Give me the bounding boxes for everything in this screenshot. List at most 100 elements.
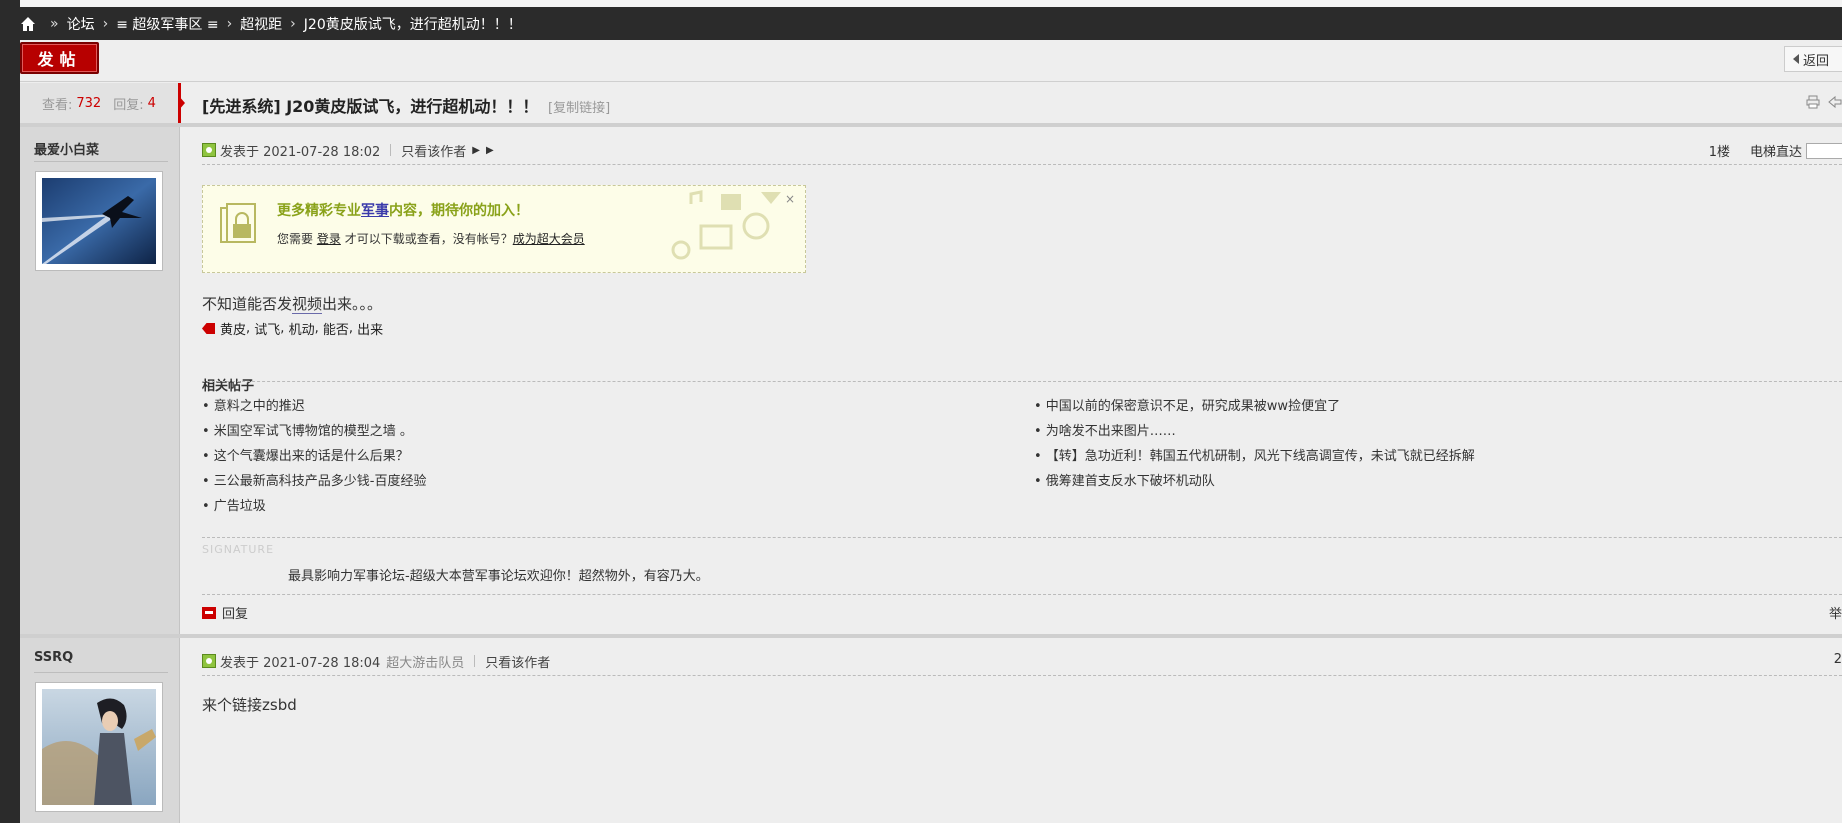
post-date: 发表于 2021-07-28 18:04 [220,655,381,671]
floor-number: 1楼 [1708,145,1730,160]
reply-icon [202,606,216,619]
post-2-body: 发表于 2021-07-28 18:04 超大游击队员 只看该作者 2 来个链接… [180,638,1842,823]
tag-item[interactable]: 黄皮 [220,319,246,338]
author-name[interactable]: SSRQ [34,650,73,665]
promo-headline-pre: 更多精彩专业 [277,203,361,219]
views-count: 732 [76,95,102,111]
tag-item[interactable]: 试飞 [254,319,280,338]
report-link[interactable]: 举 [1829,603,1842,622]
thread-stats: 查看: 732 回复: 4 [20,83,180,123]
only-author-link[interactable]: 只看该作者 [401,141,466,160]
floor-nav: 1楼 电梯直达 [1709,141,1842,160]
back-label: 返回 [1803,53,1830,69]
post-content: 不知道能否发视频出来。。。 [202,293,382,314]
post-1-body: 发表于 2021-07-28 18:02 只看该作者 ▶▶ 1楼 电梯直达 更多… [180,127,1842,537]
register-link[interactable]: 成为超大会员 [513,232,585,246]
related-link[interactable]: • 俄筹建首支反水下破坏机动队 [1034,470,1215,489]
promo-headline-link[interactable]: 军事 [361,203,389,219]
caret-left-icon [1793,54,1799,64]
media-decoration-icon [661,190,791,264]
promo-sub-pre: 您需要 [277,232,314,246]
breadcrumb-military-zone[interactable]: ≡ 超级军事区 ≡ [116,14,218,34]
related-link[interactable]: • 米国空军试飞博物馆的模型之墙 。 [202,420,413,439]
author-name[interactable]: 最爱小白菜 [34,139,99,158]
reply-button[interactable]: 回复 [202,603,248,622]
post-2: SSRQ 发表于 2021-07-28 18:04 超大游击队员 只看该作者 2… [20,638,1842,823]
floor-jump-input[interactable] [1806,142,1842,159]
tag-icon [202,323,215,334]
replies-label: 回复: [113,97,144,113]
member-promo-box: 更多精彩专业军事内容，期待你的加入！ 您需要 登录 才可以下载或查看，没有帐号？… [202,185,806,273]
floor-nav: 2 [1834,652,1842,667]
print-icon[interactable] [1806,95,1820,109]
thread-title: [先进系统] J20黄皮版试飞，进行超机动！！！ [复制链接] [202,93,610,117]
signature-label: SIGNATURE [202,543,275,556]
post-1-footer: SIGNATURE 最具影响力军事论坛-超级大本营军事论坛欢迎你！超然物外，有容… [20,537,1842,649]
views-label: 查看: [42,97,73,113]
related-link[interactable]: • 中国以前的保密意识不足，研究成果被ww捡便宜了 [1034,395,1340,414]
thread-frame: 发帖 返回 查看: 732 回复: 4 [先进系统] J20黄皮版试飞，进行超机… [20,40,1842,823]
tag-item[interactable]: 能否 [323,319,349,338]
promo-headline: 更多精彩专业军事内容，期待你的加入！ [277,200,529,220]
post-content-pre: 不知道能否发 [202,295,293,313]
post-1-author-panel-extension [20,537,180,649]
video-link[interactable]: 视频 [292,295,323,314]
avatar[interactable] [35,171,163,271]
arrow-right-icon[interactable]: ▶▶ [472,145,499,156]
share-icon[interactable] [1828,95,1842,109]
online-icon [202,143,216,157]
breadcrumb-separator: › [102,15,109,32]
breadcrumb-forum[interactable]: 论坛 [67,14,95,34]
promo-headline-post: 内容，期待你的加入！ [389,203,529,219]
post-1-author-panel: 最爱小白菜 [20,127,180,537]
related-link[interactable]: • 意料之中的推迟 [202,395,305,414]
breadcrumb: » 论坛 › ≡ 超级军事区 ≡ › 超视距 › J20黄皮版试飞，进行超机动！… [0,7,1842,40]
related-link[interactable]: • 这个气囊爆出来的话是什么后果？ [202,445,409,464]
tag-item[interactable]: 机动 [289,319,315,338]
post-1-footer-body: SIGNATURE 最具影响力军事论坛-超级大本营军事论坛欢迎你！超然物外，有容… [180,537,1842,649]
lock-icon [219,202,259,248]
copy-link[interactable]: [复制链接] [548,101,610,116]
new-post-button[interactable]: 发帖 [20,42,99,74]
related-link[interactable]: • 【转】急功近利！韩国五代机研制，风光下线高调宣传，未试飞就已经拆解 [1034,445,1475,464]
meta-dotted-divider [202,675,1842,676]
meta-separator [474,655,476,667]
elevator-label: 电梯直达 [1749,145,1802,160]
breadcrumb-bvr[interactable]: 超视距 [240,14,282,34]
action-bar: 发帖 返回 [20,40,1842,82]
thread-tools [1806,95,1842,109]
related-link[interactable]: • 广告垃圾 [202,495,266,514]
related-link[interactable]: • 三公最新高科技产品多少钱-百度经验 [202,470,427,489]
replies-count: 4 [147,95,156,111]
meta-dotted-divider [202,164,1842,165]
footer-dotted-divider [202,594,1842,595]
promo-sub-mid: 才可以下载或查看，没有帐号？ [344,232,513,246]
reply-label: 回复 [222,607,249,622]
avatar[interactable] [35,682,163,812]
online-icon [202,654,216,668]
breadcrumb-separator: › [226,15,233,32]
author-divider [34,672,168,673]
floor-number: 2 [1833,652,1842,667]
post-content: 来个链接zsbd [202,696,297,714]
back-button[interactable]: 返回 [1784,46,1842,72]
user-group: 超大游击队员 [386,655,465,671]
breadcrumb-thread[interactable]: J20黄皮版试飞，进行超机动！！！ [304,14,522,34]
header-notch [178,83,185,123]
post-meta: 发表于 2021-07-28 18:02 只看该作者 ▶▶ 1楼 电梯直达 [202,139,1842,161]
post-1: 最爱小白菜 发表于 2021-07-28 18:02 只看该作者 ▶▶ 1楼 电… [20,127,1842,537]
home-icon[interactable] [20,16,36,32]
post-meta: 发表于 2021-07-28 18:04 超大游击队员 只看该作者 2 [202,650,1842,672]
breadcrumb-separator: » [50,15,59,32]
only-author-link[interactable]: 只看该作者 [485,652,550,671]
tag-list: 黄皮, 试飞, 机动, 能否, 出来 [202,319,383,338]
post-2-author-panel: SSRQ [20,638,180,823]
related-link[interactable]: • 为啥发不出来图片…… [1034,420,1176,439]
thread-header: 查看: 732 回复: 4 [先进系统] J20黄皮版试飞，进行超机动！！！ [… [20,83,1842,123]
tag-item[interactable]: 出来 [357,319,383,338]
meta-separator [390,144,392,156]
related-dotted-divider [202,381,1842,382]
login-link[interactable]: 登录 [317,232,341,246]
breadcrumb-separator: › [290,15,296,32]
top-strip [20,0,1842,7]
